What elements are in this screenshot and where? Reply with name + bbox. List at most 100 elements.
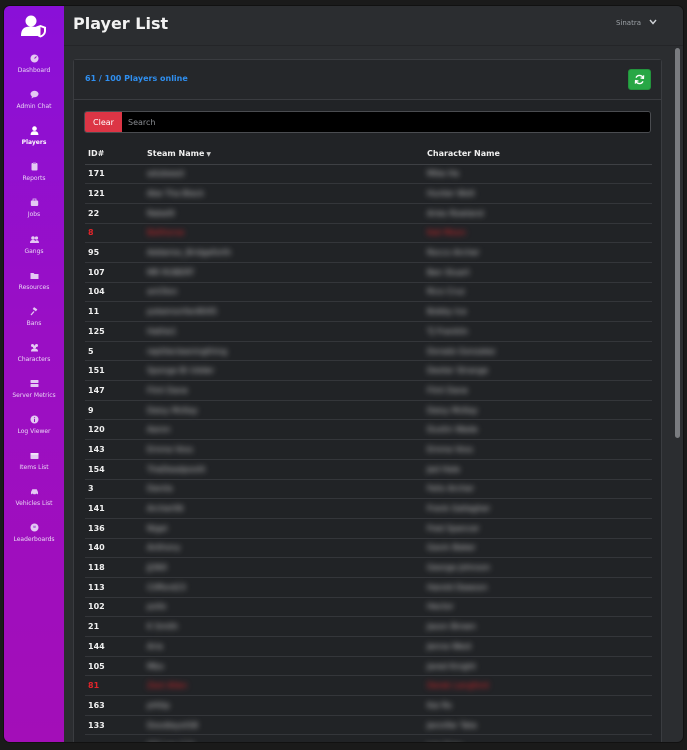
search-input[interactable]	[122, 112, 650, 132]
sidebar-item-log-viewer[interactable]: Log Viewer	[4, 415, 64, 451]
cell-player-id: 118	[85, 557, 144, 578]
cell-character-name: Daisy McKay	[424, 399, 554, 420]
table-row[interactable]: 107 MR ROBERT Ben Stuart	[85, 261, 652, 283]
cell-spacer	[554, 616, 652, 637]
sidebar-item-players[interactable]: Players	[4, 126, 64, 162]
table-header-row: ID# Steam Name ▼ Character Name	[85, 143, 652, 165]
table-row[interactable]: 5 reptilecleaningthing Dorado Gonzalez	[85, 340, 652, 361]
sidebar-item-items-list[interactable]: Items List	[4, 451, 64, 487]
table-row[interactable]: 133 DoodleyotS8 Jennifer Tate	[85, 714, 652, 735]
table-row[interactable]: 121 Abe Tha Black Hunter Wolt	[85, 183, 652, 204]
table-row[interactable]: 151 Sponge Bi Udder Dexter Strange	[85, 360, 652, 381]
table-row[interactable]: 154 TheDeadpoolit Jed Hale	[85, 458, 652, 479]
table-row[interactable]: 102 pollo Hector	[85, 596, 652, 617]
table-row[interactable]: 120 Aaron Dustin Wade	[85, 419, 652, 440]
cell-steam-name: Hattie1	[144, 321, 424, 342]
cell-player-id: 120	[85, 419, 144, 440]
cell-character-name: Jed Hale	[424, 458, 554, 479]
sidebar-item-label: Server Metrics	[12, 391, 56, 399]
clear-button[interactable]: Clear	[85, 112, 122, 132]
table-row[interactable]: 140 Anthony Gavin Baker	[85, 537, 652, 558]
cell-player-id: 3	[85, 478, 144, 499]
column-header-id[interactable]: ID#	[85, 143, 144, 165]
table-row[interactable]: 171 adubeast Mike Ha	[85, 163, 652, 184]
table-row[interactable]: 141 Archer06 Frank Gallagher	[85, 498, 652, 519]
sidebar-item-bans[interactable]: Bans	[4, 306, 64, 343]
scrollbar-thumb[interactable]	[675, 48, 680, 438]
cell-player-id: 124	[85, 734, 144, 742]
cell-player-id: 154	[85, 458, 144, 479]
cell-spacer	[554, 321, 652, 342]
cell-spacer	[554, 596, 652, 617]
refresh-button[interactable]	[628, 69, 651, 90]
cell-steam-name: adubeast	[144, 163, 424, 184]
cell-spacer	[554, 695, 652, 716]
table-row[interactable]: 22 Rebel9 Aries Rowland	[85, 202, 652, 224]
briefcase-icon	[30, 198, 39, 207]
page-scrollbar[interactable]	[674, 46, 681, 742]
players-online-count: 61 / 100 Players online	[85, 74, 188, 83]
cell-spacer	[554, 576, 652, 598]
cell-steam-name: MR ROBERT	[144, 261, 424, 283]
cell-spacer	[554, 419, 652, 440]
cell-steam-name: JTZ Lee 123	[144, 734, 424, 742]
chevron-down-icon	[649, 19, 657, 27]
table-row[interactable]: 124JTZ Lee 123Leo Gray	[85, 734, 652, 742]
table-row[interactable]: 8 Ballhorse Kali Moon	[85, 222, 652, 243]
cell-steam-name: Sponge Bi Udder	[144, 360, 424, 381]
cell-character-name: Jenna West	[424, 636, 554, 657]
cell-steam-name: pHilip	[144, 695, 424, 716]
table-row[interactable]: 95 Addarios_Bridgeforth Rocco Archer	[85, 242, 652, 263]
sidebar-item-label: Bans	[26, 319, 42, 327]
trophy-icon	[30, 523, 39, 532]
table-row[interactable]: 136 Nigel Fred Spencer	[85, 517, 652, 539]
car-icon	[30, 487, 39, 496]
table-row[interactable]: 104 ant3lon Rico Cruz	[85, 281, 652, 302]
user-menu[interactable]: Sinatra	[616, 19, 657, 27]
cell-steam-name: Mbo	[144, 655, 424, 676]
cell-steam-name: Clifford23	[144, 576, 424, 598]
user-icon	[30, 126, 39, 136]
table-row[interactable]: 144 Aria Jenna West	[85, 636, 652, 657]
table-row[interactable]: 143 Emma Voss Emma Voss	[85, 439, 652, 460]
cell-character-name: Leo Gray	[424, 734, 554, 742]
cell-character-name: Jason Brown	[424, 616, 554, 637]
column-header-steam-name[interactable]: Steam Name ▼	[144, 143, 424, 165]
cell-spacer	[554, 458, 652, 479]
table-row[interactable]: 125 Hattie1 TJ Franklin	[85, 321, 652, 342]
table-row[interactable]: 113 Clifford23 Harold Dawson	[85, 576, 652, 598]
user-name: Sinatra	[615, 19, 641, 27]
cell-spacer	[554, 242, 652, 263]
sidebar-item-dashboard[interactable]: Dashboard	[4, 54, 64, 90]
cell-steam-name: Flint Dane	[144, 380, 424, 401]
cell-player-id: 104	[85, 281, 144, 302]
table-row[interactable]: 118 JJ360 George Johnson	[85, 557, 652, 578]
table-row[interactable]: 163 pHilip Kai Ro	[85, 695, 652, 716]
table-row[interactable]: 21 K Smith Jason Brown	[85, 616, 652, 637]
table-row[interactable]: 3 Danila Felix Archer	[85, 478, 652, 499]
cell-character-name: Felix Archer	[424, 478, 554, 499]
sidebar-item-reports[interactable]: Reports	[4, 162, 64, 198]
top-header: Player List Sinatra	[64, 6, 683, 46]
sidebar-item-admin-chat[interactable]: Admin Chat	[4, 90, 64, 126]
sidebar-item-vehicles-list[interactable]: Vehicles List	[4, 487, 64, 523]
table-row[interactable]: 105 Mbo Jared Knight	[85, 655, 652, 676]
sidebar-item-label: Dashboard	[17, 67, 51, 74]
table-row[interactable]: 9 Daisy McKay Daisy McKay	[85, 399, 652, 420]
table-row[interactable]: 81 Zest Allen Derek Langford	[85, 675, 652, 696]
sidebar-item-resources[interactable]: Resources	[4, 271, 64, 307]
sidebar-item-server-metrics[interactable]: Server Metrics	[4, 379, 64, 415]
sidebar-item-leaderboards[interactable]: Leaderboards	[4, 523, 64, 559]
cell-steam-name: pokemonfan8045	[144, 301, 424, 322]
cell-spacer	[554, 517, 652, 539]
sidebar: Dashboard Admin Chat Players Reports Jobs Gan…	[4, 6, 64, 742]
sidebar-item-jobs[interactable]: Jobs	[4, 198, 64, 234]
cell-player-id: 133	[85, 714, 144, 735]
sidebar-item-characters[interactable]: Characters	[4, 343, 64, 379]
table-row[interactable]: 147 Flint Dane Flint Dane	[85, 380, 652, 401]
sidebar-item-gangs[interactable]: Gangs	[4, 235, 64, 271]
clipboard-icon	[30, 162, 39, 171]
user-shield-icon[interactable]	[21, 14, 47, 38]
column-header-character-name[interactable]: Character Name	[424, 143, 554, 165]
table-row[interactable]: 11 pokemonfan8045 Bobby Ice	[85, 301, 652, 322]
